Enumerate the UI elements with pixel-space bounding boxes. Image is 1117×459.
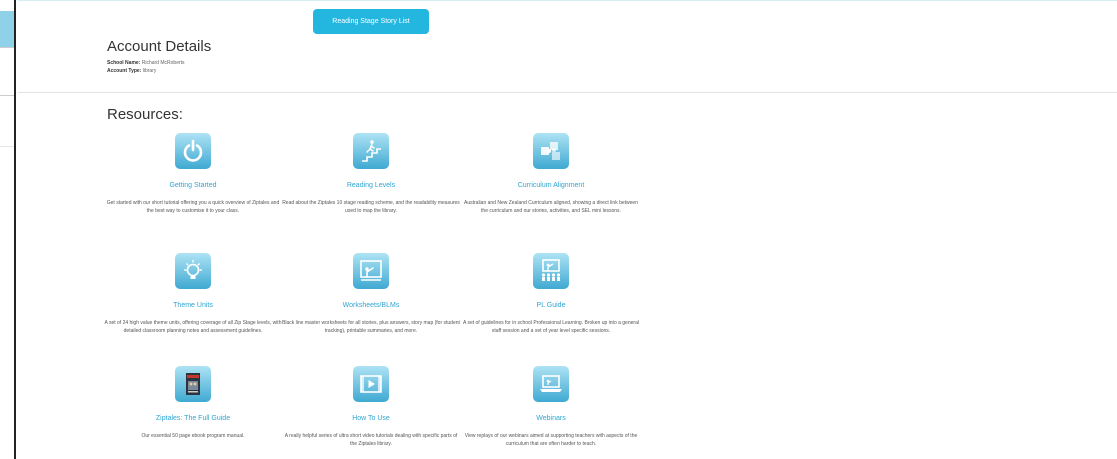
reading-stage-story-list-button[interactable]: Reading Stage Story List [313,9,429,34]
account-type-value: library [142,68,157,74]
resource-title[interactable]: Reading Levels [281,182,461,189]
account-details-title: Account Details [107,38,212,55]
laptop-icon[interactable] [533,366,569,402]
resource-title[interactable]: Ziptales: The Full Guide [103,415,283,422]
resource-title[interactable]: Webinars [461,415,641,422]
resources-title: Resources: [107,106,183,123]
sidebar-active-tab[interactable] [0,11,14,47]
resource-card-webinars: Webinars View replays of our webinars ai… [461,366,641,448]
left-sidebar [0,0,16,459]
resource-title[interactable]: How To Use [281,415,461,422]
ebook-cover-icon[interactable] [175,366,211,402]
resource-description: Black line master worksheets for all sto… [282,320,460,334]
resource-title[interactable]: Getting Started [103,182,283,189]
resource-description: Get started with our short tutorial offe… [106,200,280,214]
presentation-audience-icon[interactable] [533,253,569,289]
stairs-climber-icon[interactable] [353,133,389,169]
resource-title[interactable]: Curriculum Alignment [461,182,641,189]
resource-title[interactable]: Worksheets/BLMs [281,302,461,309]
resource-card-theme-units: Theme Units A set of 24 high value theme… [103,253,283,335]
school-name-line: School Name: Richard McRoberts [107,60,185,66]
lightbulb-icon[interactable] [175,253,211,289]
resource-description: Our essential 50 page ebook program manu… [141,433,245,439]
resource-description: Read about the Ziptales 10 stage reading… [282,200,460,214]
puzzle-icon[interactable] [533,133,569,169]
sidebar-divider [0,146,14,147]
resource-description: Australian and New Zealand Curriculum al… [464,200,638,214]
resource-title[interactable]: PL Guide [461,302,641,309]
top-rule [18,0,1117,1]
resource-card-reading-levels: Reading Levels Read about the Ziptales 1… [281,133,461,215]
resource-description: View replays of our webinars aimed at su… [464,433,638,447]
teacher-board-icon[interactable] [353,253,389,289]
resource-title[interactable]: Theme Units [103,302,283,309]
resource-card-pl-guide: PL Guide A set of guidelines for in scho… [461,253,641,335]
resource-card-how-to-use: How To Use A really helpful series of ul… [281,366,461,448]
sidebar-divider [0,95,14,96]
power-icon[interactable] [175,133,211,169]
account-type-line: Account Type: library [107,68,156,74]
account-type-label: Account Type: [107,68,142,74]
resource-card-worksheets: Worksheets/BLMs Black line master worksh… [281,253,461,335]
resource-description: A set of 24 high value theme units, offe… [104,320,282,334]
video-play-icon[interactable] [353,366,389,402]
section-divider [18,92,1117,93]
resource-card-getting-started: Getting Started Get started with our sho… [103,133,283,215]
sidebar-divider [0,47,14,48]
school-name-label: School Name: [107,60,141,66]
resource-description: A really helpful series of ultra short v… [284,433,458,447]
school-name-value: Richard McRoberts [141,60,185,66]
resource-description: A set of guidelines for in school Profes… [463,320,639,334]
resource-card-curriculum-alignment: Curriculum Alignment Australian and New … [461,133,641,215]
resource-card-full-guide: Ziptales: The Full Guide Our essential 5… [103,366,283,440]
